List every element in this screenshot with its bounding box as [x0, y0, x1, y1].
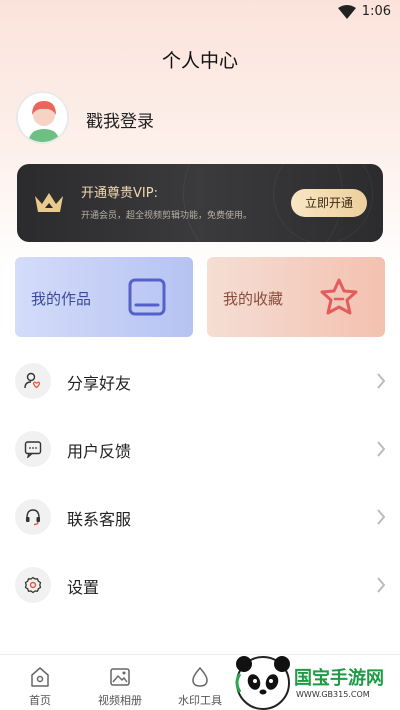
watermark-brand: 国宝手游网: [294, 668, 384, 689]
vip-title: 开通尊贵VIP:: [81, 186, 158, 201]
star-icon: [320, 278, 358, 315]
menu-user-feedback[interactable]: 用户反馈: [0, 431, 400, 481]
home-icon: [31, 667, 49, 687]
settings-gear-icon: [15, 567, 51, 603]
menu-label: 联系客服: [67, 510, 132, 529]
chevron-right-icon: [377, 577, 386, 593]
avatar[interactable]: [16, 91, 69, 144]
site-watermark: 国宝手游网 WWW.GB315.COM: [232, 652, 400, 710]
watermark-url: WWW.GB315.COM: [296, 690, 370, 699]
menu-contact-service[interactable]: 联系客服: [0, 499, 400, 549]
wifi-icon: [338, 5, 356, 19]
my-works-label: 我的作品: [31, 290, 92, 308]
vip-description: 开通会员，超全视频剪辑功能，免费使用。: [81, 211, 253, 221]
tab-video-album[interactable]: 视频相册: [80, 655, 160, 710]
tab-watermark-tool[interactable]: 水印工具: [160, 655, 240, 710]
chevron-right-icon: [377, 509, 386, 525]
menu-label: 设置: [67, 578, 100, 597]
vip-open-button[interactable]: 立即开通: [291, 189, 367, 217]
share-friend-icon: [15, 363, 51, 399]
page-title: 个人中心: [161, 50, 238, 72]
album-icon: [110, 668, 130, 686]
menu-label: 分享好友: [67, 374, 132, 393]
tab-label: 水印工具: [178, 694, 222, 707]
headset-icon: [15, 499, 51, 535]
panda-logo-icon: [235, 656, 290, 710]
menu-settings[interactable]: 设置: [0, 567, 400, 617]
chevron-right-icon: [377, 373, 386, 389]
chevron-right-icon: [377, 441, 386, 457]
login-link[interactable]: 戳我登录: [86, 107, 154, 132]
tab-label: 视频相册: [98, 694, 142, 707]
my-favorites-card[interactable]: 我的收藏: [207, 257, 385, 337]
menu-share-friends[interactable]: 分享好友: [0, 363, 400, 413]
crown-icon: [35, 193, 63, 212]
tab-label: 首页: [29, 694, 51, 707]
my-works-card[interactable]: 我的作品: [15, 257, 193, 337]
vip-banner[interactable]: 开通尊贵VIP: 开通会员，超全视频剪辑功能，免费使用。 立即开通: [17, 164, 383, 242]
status-bar: 1:06: [0, 0, 400, 26]
watermark-drop-icon: [192, 666, 208, 687]
status-time: 1:06: [361, 4, 391, 19]
menu-label: 用户反馈: [67, 442, 132, 461]
my-favorites-label: 我的收藏: [223, 290, 284, 308]
tab-home[interactable]: 首页: [0, 655, 80, 710]
works-icon: [128, 278, 166, 316]
feedback-icon: [15, 431, 51, 467]
